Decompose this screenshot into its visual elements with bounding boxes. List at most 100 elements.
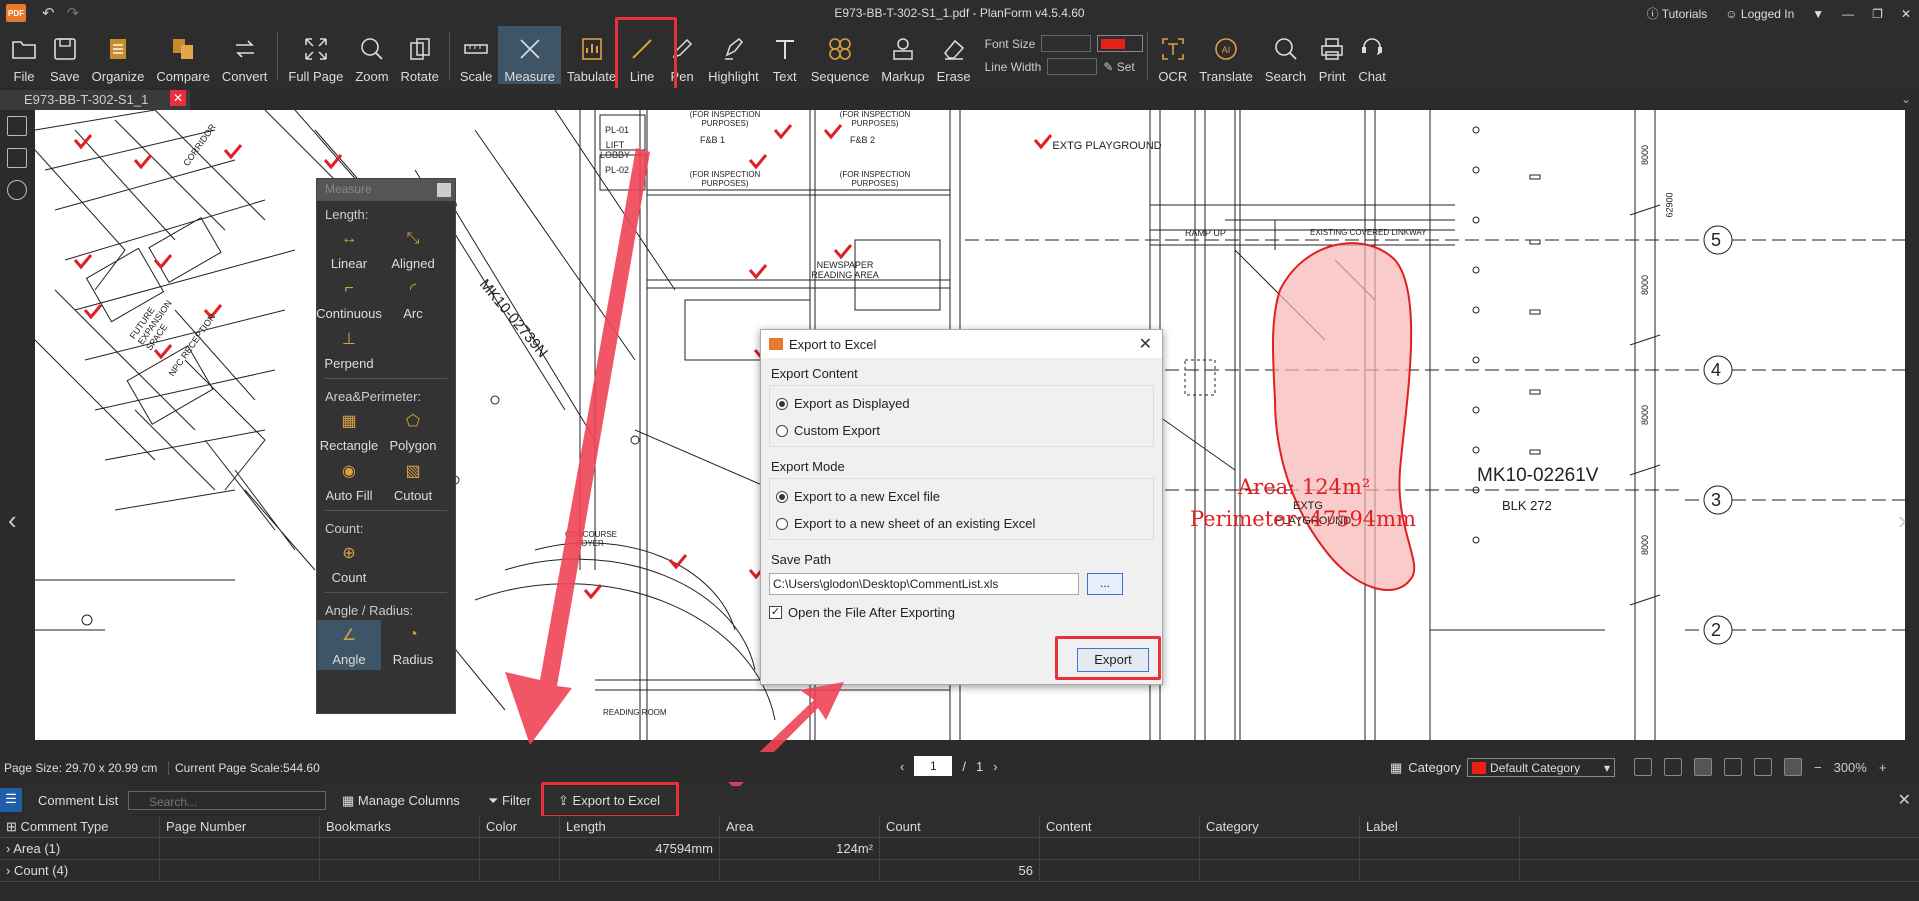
- redo-icon[interactable]: ↷: [67, 4, 80, 22]
- cutout-tool[interactable]: ▧ Cutout: [381, 456, 445, 506]
- convert-button[interactable]: Convert: [216, 26, 274, 84]
- font-size-select[interactable]: [1041, 35, 1092, 52]
- menu-dropdown-icon[interactable]: ▼: [1812, 7, 1824, 21]
- column-header[interactable]: Content: [1040, 816, 1200, 837]
- browse-button[interactable]: ...: [1087, 573, 1123, 595]
- line-button[interactable]: Line: [622, 26, 662, 84]
- translate-button[interactable]: AI Translate: [1193, 26, 1259, 84]
- file-button[interactable]: File: [4, 26, 44, 84]
- color-select[interactable]: [1097, 35, 1144, 52]
- column-header[interactable]: Color: [480, 816, 560, 837]
- category-select[interactable]: Default Category ▾: [1467, 758, 1616, 777]
- column-header[interactable]: Area: [720, 816, 880, 837]
- tutorials-link[interactable]: ⓘ Tutorials: [1647, 5, 1708, 22]
- next-page-icon[interactable]: ›: [993, 759, 997, 774]
- save-path-input[interactable]: [769, 573, 1079, 595]
- rectangle-icon: ▦: [341, 413, 357, 430]
- export-as-displayed-radio[interactable]: Export as Displayed: [776, 390, 1147, 417]
- export-to-excel-button[interactable]: ⇪ Export to Excel: [558, 793, 660, 809]
- set-button[interactable]: ✎ Set: [1103, 60, 1134, 74]
- arc-tool[interactable]: ◜ Arc: [381, 274, 445, 324]
- new-excel-file-radio[interactable]: Export to a new Excel file: [776, 483, 1147, 510]
- polygon-tool[interactable]: ⬠ Polygon: [381, 406, 445, 456]
- line-width-select[interactable]: [1047, 58, 1098, 75]
- aligned-tool[interactable]: ⤡ Aligned: [381, 224, 445, 274]
- table-row[interactable]: › Count (4) 56: [0, 860, 1919, 882]
- column-header[interactable]: Bookmarks: [320, 816, 480, 837]
- close-icon[interactable]: ✕: [1898, 790, 1911, 810]
- eye-icon[interactable]: [1664, 758, 1682, 776]
- hand-icon[interactable]: [1694, 758, 1712, 776]
- thumbnails-icon[interactable]: [7, 148, 27, 168]
- full-page-button[interactable]: Full Page: [282, 26, 349, 84]
- zoom-fit-icon[interactable]: [1634, 758, 1652, 776]
- restore-button[interactable]: ❐: [1872, 7, 1883, 21]
- prev-page-icon[interactable]: ‹: [900, 759, 904, 774]
- tabulate-button[interactable]: Tabulate: [561, 26, 622, 84]
- column-header[interactable]: Category: [1200, 816, 1360, 837]
- new-sheet-radio[interactable]: Export to a new sheet of an existing Exc…: [776, 510, 1147, 537]
- document-tab[interactable]: E973-BB-T-302-S1_1: [0, 90, 190, 110]
- account-menu[interactable]: ☺ Logged In: [1725, 7, 1794, 21]
- select-icon[interactable]: [1724, 758, 1742, 776]
- expand-arrow-icon[interactable]: ›: [6, 841, 10, 856]
- sequence-button[interactable]: Sequence: [805, 26, 876, 84]
- close-window-button[interactable]: ✕: [1901, 7, 1911, 21]
- zoom-out-icon[interactable]: −: [1814, 760, 1822, 775]
- markup-button[interactable]: Markup: [875, 26, 930, 84]
- table-row[interactable]: › Area (1) 47594mm 124m²: [0, 838, 1919, 860]
- auto-fill-tool[interactable]: ◉ Auto Fill: [317, 456, 381, 506]
- area-polygon[interactable]: [1271, 242, 1416, 591]
- custom-export-radio[interactable]: Custom Export: [776, 417, 1147, 444]
- manage-columns-button[interactable]: ▦ Manage Columns: [342, 793, 460, 809]
- rectangle-tool[interactable]: ▦ Rectangle: [317, 406, 381, 456]
- column-header[interactable]: Label: [1360, 816, 1520, 837]
- radius-tool[interactable]: ◔ Radius: [381, 620, 445, 670]
- continuous-page-icon[interactable]: [1784, 758, 1802, 776]
- print-button[interactable]: Print: [1312, 26, 1352, 84]
- zoom-button[interactable]: Zoom: [349, 26, 394, 84]
- help-icon[interactable]: [7, 180, 27, 200]
- undo-icon[interactable]: ↶: [42, 4, 55, 22]
- export-button[interactable]: Export: [1077, 648, 1149, 672]
- zoom-in-icon[interactable]: +: [1879, 760, 1887, 775]
- open-after-export-checkbox[interactable]: ✓ Open the File After Exporting: [769, 605, 1154, 620]
- column-header[interactable]: ⊞ Comment Type: [0, 816, 160, 837]
- search-button[interactable]: Search: [1259, 26, 1312, 84]
- organize-button[interactable]: Organize: [86, 26, 151, 84]
- panel-close-icon[interactable]: [437, 183, 451, 197]
- page-number-input[interactable]: [914, 756, 953, 776]
- erase-button[interactable]: Erase: [931, 26, 977, 84]
- pen-button[interactable]: Pen: [662, 26, 702, 84]
- continuous-tool[interactable]: ⌐ Continuous: [316, 274, 382, 324]
- scale-button[interactable]: Scale: [454, 26, 499, 84]
- text-button[interactable]: Text: [765, 26, 805, 84]
- previous-page-arrow[interactable]: ‹: [8, 505, 17, 536]
- minimize-button[interactable]: —: [1842, 7, 1854, 21]
- ocr-button[interactable]: OCR: [1152, 26, 1193, 84]
- measure-panel-title[interactable]: Measure: [317, 179, 455, 201]
- save-button[interactable]: Save: [44, 26, 86, 84]
- single-page-icon[interactable]: [1754, 758, 1772, 776]
- highlight-button[interactable]: Highlight: [702, 26, 765, 84]
- comment-search-input[interactable]: [128, 791, 326, 810]
- column-header[interactable]: Count: [880, 816, 1040, 837]
- rotate-button[interactable]: Rotate: [395, 26, 445, 84]
- close-icon[interactable]: ✕: [1139, 334, 1152, 354]
- compare-button[interactable]: Compare: [150, 26, 215, 84]
- angle-tool[interactable]: ∠ Angle: [317, 620, 381, 670]
- measure-button[interactable]: Measure: [498, 26, 561, 84]
- column-header[interactable]: Length: [560, 816, 720, 837]
- bookmark-icon[interactable]: [7, 116, 27, 136]
- column-header[interactable]: Page Number: [160, 816, 320, 837]
- linear-tool[interactable]: ↔ Linear: [317, 224, 381, 274]
- next-page-arrow[interactable]: ›: [1898, 505, 1907, 536]
- close-tab-icon[interactable]: ✕: [170, 90, 186, 106]
- chat-button[interactable]: Chat: [1352, 26, 1392, 84]
- perpend-tool[interactable]: ⊥ Perpend: [317, 324, 381, 374]
- filter-button[interactable]: ⏷ Filter: [488, 793, 531, 809]
- chevron-down-icon[interactable]: ⌄: [1901, 92, 1911, 106]
- list-icon[interactable]: ☰: [0, 788, 22, 812]
- count-tool[interactable]: ⊕ Count: [317, 538, 381, 588]
- expand-arrow-icon[interactable]: ›: [6, 863, 10, 878]
